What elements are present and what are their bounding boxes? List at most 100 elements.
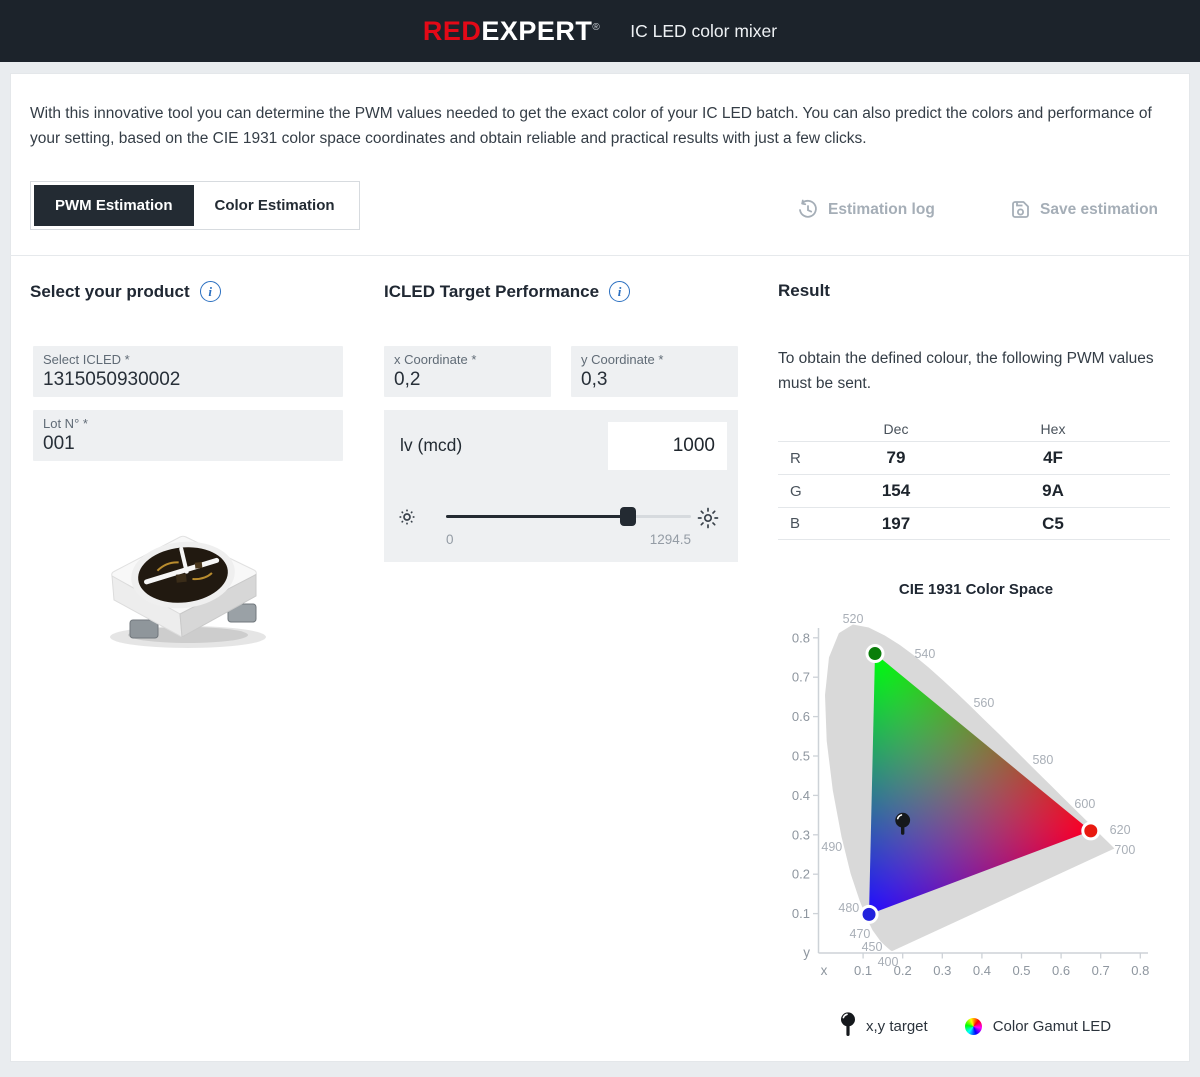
cie-1931-chart: 0.10.20.30.40.50.60.70.80.1 0.2 0.3 0.4 0.5 0… <box>792 612 1149 978</box>
lv-panel: lv (mcd) 0 1294.5 <box>384 410 738 562</box>
select-icled-dropdown[interactable]: Select ICLED * 1315050930002 <box>33 346 343 397</box>
svg-text:0.8: 0.8 <box>792 630 810 645</box>
x-coordinate-field[interactable]: x Coordinate * 0,2 <box>384 346 551 397</box>
result-title: Result <box>778 281 830 300</box>
brand-red: RED <box>422 15 482 46</box>
save-estimation-button[interactable]: Save estimation <box>1010 199 1158 220</box>
svg-text:0.1: 0.1 <box>854 963 872 978</box>
g-hex-value: 9A <box>1042 481 1064 500</box>
lot-number-value: 001 <box>43 433 75 454</box>
section-divider <box>10 255 1190 256</box>
hex-column-header: Hex <box>1040 420 1066 437</box>
target-performance-title: ICLED Target Performance <box>384 281 600 301</box>
table-row: G 154 9A <box>778 474 1170 507</box>
legend-target-label: x,y target <box>866 1017 928 1035</box>
pwm-table-header: Dec Hex <box>778 416 1170 441</box>
info-icon[interactable]: i <box>199 281 221 302</box>
y-coordinate-field[interactable]: y Coordinate * 0,3 <box>571 346 738 397</box>
result-description: To obtain the defined colour, the follow… <box>778 350 1154 392</box>
target-performance-heading: ICLED Target Performance i <box>384 281 631 302</box>
channel-g-label: G <box>790 482 802 500</box>
svg-text:560: 560 <box>973 696 994 710</box>
x-coordinate-value: 0,2 <box>394 369 421 390</box>
chart-title: CIE 1931 Color Space <box>898 581 1054 598</box>
lv-slider-min: 0 <box>446 532 454 547</box>
svg-text:0.1: 0.1 <box>792 906 810 921</box>
tab-pwm-estimation[interactable]: PWM Estimation <box>34 185 194 226</box>
info-icon[interactable]: i <box>609 281 631 302</box>
registered-mark: ® <box>592 21 601 33</box>
lv-slider-fill <box>446 515 628 518</box>
brand-rest: EXPERT <box>481 15 593 46</box>
svg-text:0.2: 0.2 <box>792 867 810 882</box>
svg-text:580: 580 <box>1032 753 1053 767</box>
lv-slider-track[interactable] <box>446 515 691 518</box>
svg-text:450: 450 <box>862 940 883 954</box>
red-vertex-dot <box>1081 821 1101 841</box>
lv-input[interactable] <box>608 422 727 470</box>
pin-icon <box>841 1012 855 1036</box>
pwm-table: Dec Hex R 79 4F G 154 9A B 197 C5 <box>778 416 1170 540</box>
svg-text:0.6: 0.6 <box>1052 963 1070 978</box>
svg-text:0.6: 0.6 <box>792 709 810 724</box>
x-coordinate-label: x Coordinate * <box>394 352 477 367</box>
svg-text:0.3: 0.3 <box>792 827 810 842</box>
channel-r-label: R <box>790 449 801 467</box>
select-product-title: Select your product <box>30 281 190 301</box>
svg-text:0.8: 0.8 <box>1131 963 1149 978</box>
result-heading: Result <box>778 281 830 301</box>
select-product-heading: Select your product i <box>30 281 221 302</box>
tab-color-estimation[interactable]: Color Estimation <box>194 185 356 226</box>
rainbow-icon <box>964 1017 982 1035</box>
y-coordinate-label: y Coordinate * <box>581 352 664 367</box>
b-hex-value: C5 <box>1042 513 1064 533</box>
svg-text:0.7: 0.7 <box>792 670 810 685</box>
channel-b-label: B <box>790 515 801 532</box>
svg-text:620: 620 <box>1110 823 1131 837</box>
table-row: B 197 C5 <box>778 507 1170 540</box>
green-vertex-dot <box>865 644 885 664</box>
r-dec-value: 79 <box>886 448 906 467</box>
brightness-high-icon <box>697 507 719 529</box>
app-title: IC LED color mixer <box>630 20 778 41</box>
g-dec-value: 154 <box>881 481 911 500</box>
svg-text:700: 700 <box>1114 843 1135 857</box>
svg-text:490: 490 <box>821 840 842 854</box>
select-icled-value: 1315050930002 <box>43 369 181 390</box>
lot-number-field[interactable]: Lot N° * 001 <box>33 410 343 461</box>
dec-column-header: Dec <box>883 420 909 437</box>
lv-label: lv (mcd) <box>400 435 463 455</box>
history-icon <box>799 199 817 218</box>
brightness-low-icon <box>399 509 415 525</box>
app-header: REDEXPERT® IC LED color mixer <box>0 0 1200 62</box>
redexpert-logo: REDEXPERT® <box>423 16 600 47</box>
lv-slider-handle[interactable] <box>620 507 636 526</box>
estimation-log-label: Estimation log <box>828 201 935 218</box>
svg-text:540: 540 <box>914 647 935 661</box>
chart-legend: x,y target Color Gamut LED <box>841 1012 1111 1040</box>
select-icled-label: Select ICLED * <box>43 352 130 367</box>
save-estimation-label: Save estimation <box>1040 200 1159 218</box>
b-dec-value: 197 <box>881 513 911 533</box>
y-coordinate-value: 0,3 <box>581 369 608 390</box>
svg-text:480: 480 <box>838 901 859 915</box>
svg-text:520: 520 <box>843 612 864 626</box>
estimation-log-button[interactable]: Estimation log <box>797 199 935 221</box>
r-hex-value: 4F <box>1043 448 1063 467</box>
lv-slider-max: 1294.5 <box>649 532 691 547</box>
lot-number-label: Lot N° * <box>43 416 88 431</box>
svg-text:0.4: 0.4 <box>792 788 810 803</box>
svg-text:0.7: 0.7 <box>1092 963 1110 978</box>
svg-text:600: 600 <box>1074 797 1095 811</box>
blue-vertex-dot <box>859 904 879 924</box>
svg-text:0.5: 0.5 <box>792 749 810 764</box>
svg-text:x: x <box>821 963 828 978</box>
svg-text:0.4: 0.4 <box>973 963 991 978</box>
svg-text:470: 470 <box>850 927 871 941</box>
save-icon <box>1012 201 1029 218</box>
svg-text:0.3: 0.3 <box>933 963 951 978</box>
tab-group: PWM Estimation Color Estimation <box>30 181 360 230</box>
led-package-image <box>110 535 266 648</box>
legend-gamut-label: Color Gamut LED <box>992 1017 1112 1035</box>
svg-text:0.5: 0.5 <box>1012 963 1030 978</box>
